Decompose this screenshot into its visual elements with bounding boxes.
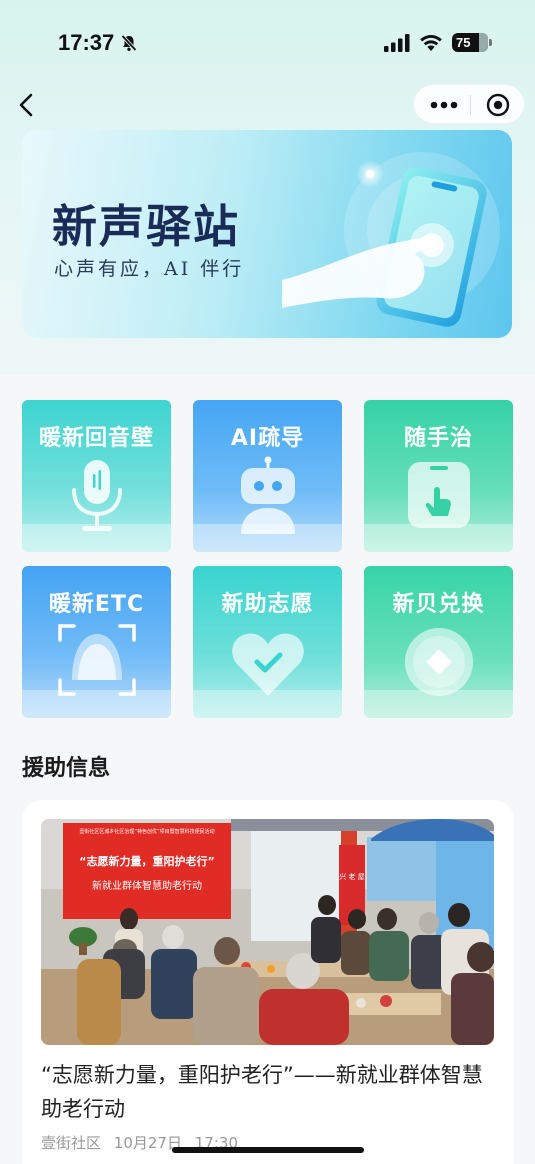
hero-banner[interactable]: 新声驿站 心声有应，AI 伴行 bbox=[22, 130, 512, 338]
photo-banner-headline: “志愿新力量，重阳护老行” bbox=[79, 854, 214, 868]
photo-banner-top: 壹街社区区城乡社区治理“特色创优”项目暨智慧科技便民活动 bbox=[79, 828, 214, 835]
more-icon[interactable] bbox=[430, 97, 458, 113]
wifi-icon bbox=[420, 34, 442, 51]
photo-banner-subline: 新就业群体智慧助老行动 bbox=[92, 879, 202, 892]
tile-etc[interactable]: 暖新ETC bbox=[22, 566, 171, 718]
tile-echo-wall[interactable]: 暖新回音壁 bbox=[22, 400, 171, 552]
status-time: 17:37 bbox=[58, 30, 115, 55]
tile-label: AI疏导 bbox=[230, 426, 305, 451]
tile-ai-guidance[interactable]: AI疏导 bbox=[193, 400, 342, 552]
tile-label: 随手治 bbox=[403, 426, 473, 451]
tile-floor bbox=[193, 690, 342, 718]
status-bar: 17:37 75 bbox=[0, 0, 535, 86]
tile-label: 新贝兑换 bbox=[392, 592, 485, 617]
phone-hand-illustration bbox=[282, 152, 500, 327]
heart-check-icon bbox=[232, 633, 304, 696]
robot-icon bbox=[241, 456, 295, 534]
close-target-icon[interactable] bbox=[486, 93, 510, 117]
section-title: 援助信息 bbox=[22, 756, 111, 781]
photo-illustration: 壹街社区区城乡社区治理“特色创优”项目暨智慧科技便民活动 “志愿新力量，重阳护老… bbox=[41, 819, 494, 1045]
face-scan-icon bbox=[58, 624, 136, 696]
news-title: “志愿新力量，重阳护老行”——新就业群体智慧助老行动 bbox=[41, 1063, 483, 1121]
capsule-divider bbox=[470, 95, 471, 115]
banner-title: 新声驿站 bbox=[52, 200, 241, 253]
tile-label: 新助志愿 bbox=[221, 592, 314, 617]
coin-icon bbox=[405, 628, 473, 696]
news-photo: 壹街社区区城乡社区治理“特色创优”项目暨智慧科技便民活动 “志愿新力量，重阳护老… bbox=[41, 819, 494, 1045]
tile-label: 暖新回音壁 bbox=[38, 426, 154, 451]
tile-label: 暖新ETC bbox=[48, 592, 145, 617]
tile-floor bbox=[193, 524, 342, 552]
news-community: 壹街社区 bbox=[41, 1134, 102, 1152]
tile-floor bbox=[364, 690, 513, 718]
miniprogram-capsule bbox=[413, 84, 525, 124]
phone-tap-icon bbox=[408, 462, 470, 528]
tile-volunteer[interactable]: 新助志愿 bbox=[193, 566, 342, 718]
tile-floor bbox=[22, 524, 171, 552]
back-chevron-icon[interactable] bbox=[16, 92, 40, 118]
news-card[interactable]: 壹街社区区城乡社区治理“特色创优”项目暨智慧科技便民活动 “志愿新力量，重阳护老… bbox=[22, 800, 514, 1164]
microphone-icon bbox=[72, 460, 122, 531]
tile-quick-fix[interactable]: 随手治 bbox=[364, 400, 513, 552]
photo-side-sign: 兴 老 屋 bbox=[339, 872, 364, 881]
battery-level: 75 bbox=[456, 35, 471, 50]
banner-subtitle: 心声有应，AI 伴行 bbox=[54, 258, 245, 280]
home-indicator bbox=[172, 1147, 364, 1153]
signal-icon bbox=[384, 34, 410, 52]
muted-bell-icon bbox=[121, 34, 137, 52]
battery-indicator: 75 bbox=[452, 33, 492, 52]
tile-points-exchange[interactable]: 新贝兑换 bbox=[364, 566, 513, 718]
tile-floor bbox=[364, 524, 513, 552]
tile-floor bbox=[22, 690, 171, 718]
